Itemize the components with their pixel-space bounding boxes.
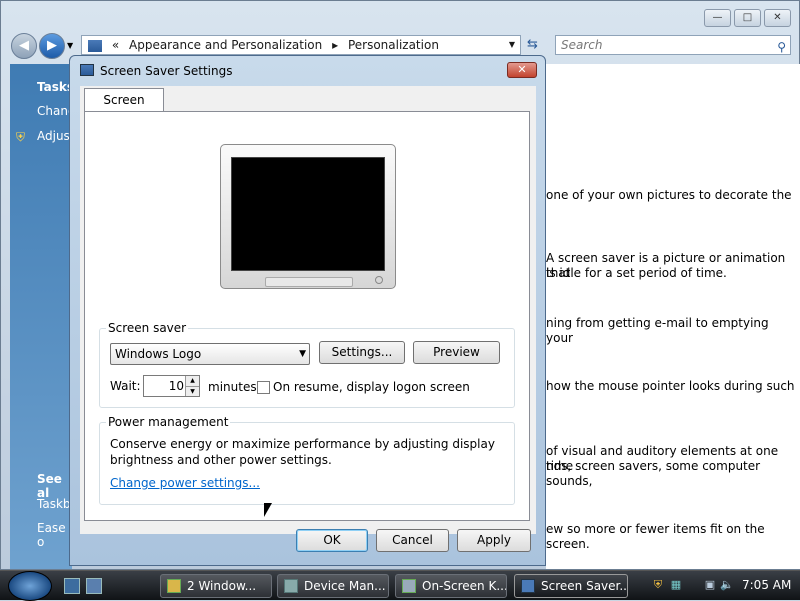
address-dropdown-icon[interactable]: ▼ xyxy=(509,36,515,54)
switch-windows-icon[interactable] xyxy=(86,578,102,594)
resume-logon-label[interactable]: On resume, display logon screen xyxy=(273,380,470,394)
minimize-button[interactable]: — xyxy=(704,9,731,27)
power-description: Conserve energy or maximize performance … xyxy=(110,437,495,451)
control-panel-icon xyxy=(88,39,102,52)
taskbar: 2 Window... Device Man... On-Screen K...… xyxy=(0,570,800,601)
search-icon[interactable]: ⚲ xyxy=(777,38,786,56)
security-shield-icon[interactable]: ⛨ xyxy=(651,578,665,592)
show-desktop-icon[interactable] xyxy=(64,578,80,594)
wait-minutes-stepper[interactable]: 10 ▲ ▼ xyxy=(143,375,200,397)
breadcrumb-item-personalization[interactable]: Personalization xyxy=(348,38,439,52)
personalization-content: one of your own pictures to decorate the… xyxy=(546,64,800,569)
resume-logon-checkbox[interactable] xyxy=(257,381,270,394)
clock[interactable]: 7:05 AM xyxy=(742,578,791,592)
wait-label: Wait: xyxy=(110,379,141,393)
forward-button[interactable]: ▶ xyxy=(39,33,65,59)
preview-button[interactable]: Preview xyxy=(413,341,500,364)
breadcrumb-item-appearance[interactable]: Appearance and Personalization xyxy=(129,38,322,52)
preview-screen xyxy=(231,157,385,271)
content-line: ning from getting e-mail to emptying you… xyxy=(546,316,769,345)
task-sidebar: Tasks Chang ⛨ Adjust See al Taskba Ease … xyxy=(10,64,78,569)
cancel-button[interactable]: Cancel xyxy=(376,529,449,552)
screen-saver-icon xyxy=(521,579,535,593)
taskbar-item-label: Device Man... xyxy=(304,579,386,593)
shield-icon: ⛨ xyxy=(16,130,26,144)
search-input[interactable]: Search ⚲ xyxy=(555,35,791,55)
screen-saver-group-label: Screen saver xyxy=(106,321,189,335)
network-icon[interactable]: ▦ xyxy=(669,578,683,592)
content-line: is idle for a set period of time. xyxy=(546,266,727,280)
screen-saver-selected: Windows Logo xyxy=(115,347,202,361)
power-group-label: Power management xyxy=(106,415,231,429)
tab-screen-saver[interactable]: Screen Saver xyxy=(84,88,164,129)
spin-up-icon[interactable]: ▲ xyxy=(185,376,199,386)
settings-button[interactable]: Settings... xyxy=(319,341,405,364)
refresh-icon[interactable]: ⇆ xyxy=(527,37,538,52)
address-bar[interactable]: « Appearance and Personalization ▸ Perso… xyxy=(81,35,521,55)
monitor-power-icon xyxy=(375,276,383,284)
change-power-settings-link[interactable]: Change power settings... xyxy=(110,476,260,490)
screen-saver-select[interactable]: Windows Logo ▼ xyxy=(110,343,310,365)
sidebar-item-ease[interactable]: Ease o xyxy=(37,521,72,549)
taskbar-item-label: On-Screen K... xyxy=(422,579,507,593)
preview-monitor xyxy=(220,144,396,289)
content-line: one of your own pictures to decorate the xyxy=(546,188,792,202)
search-placeholder: Search xyxy=(561,38,603,52)
taskbar-item-label: 2 Window... xyxy=(187,579,257,593)
device-manager-icon xyxy=(284,579,298,593)
apply-button[interactable]: Apply xyxy=(457,529,531,552)
content-line: ew so more or fewer items fit on the scr… xyxy=(546,522,765,551)
see-also-heading: See al xyxy=(37,472,62,500)
back-button[interactable]: ◀ xyxy=(11,33,37,59)
taskbar-item-windows[interactable]: 2 Window... xyxy=(160,574,272,598)
content-line: nds, screen savers, some computer sounds… xyxy=(546,459,761,488)
taskbar-item-device-manager[interactable]: Device Man... xyxy=(277,574,389,598)
content-line: how the mouse pointer looks during such xyxy=(546,379,795,393)
monitor-base xyxy=(265,277,353,287)
breadcrumb-separator-icon: ▸ xyxy=(332,38,339,52)
keyboard-icon xyxy=(402,579,416,593)
chevron-down-icon: ▼ xyxy=(299,349,306,359)
power-description: brightness and other power settings. xyxy=(110,453,332,467)
wait-value: 10 xyxy=(168,379,184,393)
minutes-label: minutes xyxy=(208,380,257,394)
taskbar-item-screen-saver[interactable]: Screen Saver... xyxy=(514,574,628,598)
display-icon[interactable]: ▣ xyxy=(703,578,717,592)
folder-icon xyxy=(167,579,181,593)
close-window-button[interactable]: ✕ xyxy=(764,9,791,27)
taskbar-item-onscreen-keyboard[interactable]: On-Screen K... xyxy=(395,574,507,598)
taskbar-item-label: Screen Saver... xyxy=(541,579,628,593)
ok-button[interactable]: OK xyxy=(296,529,368,552)
breadcrumb-prefix: « xyxy=(111,38,120,52)
dialog-title: Screen Saver Settings xyxy=(100,64,233,78)
screen-saver-icon xyxy=(80,64,94,76)
system-tray: ⛨ ▦ ▣ 🔈 7:05 AM xyxy=(645,574,799,598)
spin-down-icon[interactable]: ▼ xyxy=(185,386,199,396)
volume-muted-icon[interactable]: 🔈 xyxy=(720,578,734,592)
mouse-cursor-icon xyxy=(264,503,272,517)
maximize-button[interactable]: □ xyxy=(734,9,761,27)
recent-pages-dropdown-icon[interactable]: ▼ xyxy=(67,41,73,50)
start-button[interactable] xyxy=(8,571,52,601)
dialog-close-button[interactable]: ✕ xyxy=(507,62,537,78)
